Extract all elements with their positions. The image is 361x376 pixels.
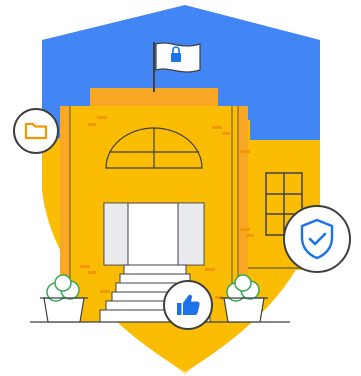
like-badge bbox=[163, 280, 213, 330]
folder-badge bbox=[13, 108, 59, 154]
thumbs-up-icon bbox=[177, 294, 200, 315]
shield-badge bbox=[283, 205, 351, 273]
shield-check-icon bbox=[300, 218, 334, 260]
folder-icon bbox=[24, 122, 48, 140]
